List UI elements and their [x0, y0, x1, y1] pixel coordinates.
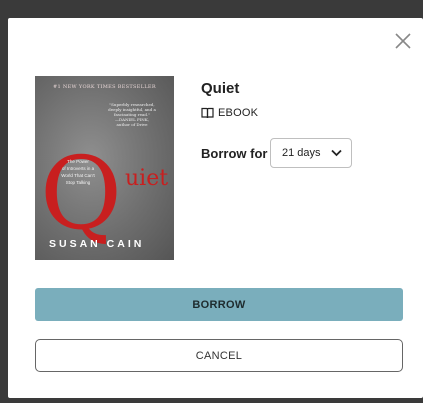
cover-quote: "Superbly researched, deeply insightful,…: [108, 102, 156, 127]
format-label: EBOOK: [218, 107, 259, 119]
book-cover: #1 NEW YORK TIMES BESTSELLER "Superbly r…: [35, 76, 174, 260]
book-title: Quiet: [201, 80, 240, 97]
borrow-button[interactable]: BORROW: [35, 288, 403, 321]
book-icon: [201, 107, 214, 119]
borrow-period-label: Borrow for: [201, 146, 268, 161]
close-icon: [395, 33, 411, 49]
borrow-period-value: 21 days: [282, 147, 321, 159]
cancel-button[interactable]: CANCEL: [35, 339, 403, 372]
borrow-period-select[interactable]: 21 days: [270, 138, 352, 168]
borrow-dialog: #1 NEW YORK TIMES BESTSELLER "Superbly r…: [8, 18, 423, 398]
cover-subtitle: The Power of Introverts in a World That …: [61, 159, 95, 185]
cover-banner: #1 NEW YORK TIMES BESTSELLER: [53, 84, 156, 90]
chevron-down-icon: [331, 149, 342, 157]
close-button[interactable]: [392, 30, 414, 52]
book-format: EBOOK: [201, 106, 258, 120]
cover-author: SUSAN CAIN: [49, 238, 145, 250]
cover-title-rest: uiet: [125, 166, 169, 191]
